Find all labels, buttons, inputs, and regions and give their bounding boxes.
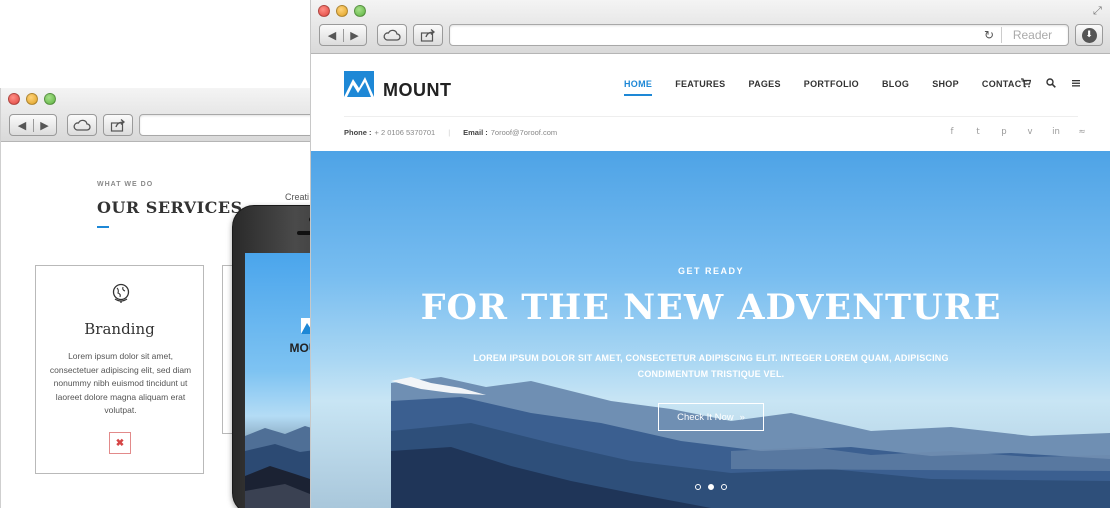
back-button[interactable]: ◀ <box>11 119 33 132</box>
address-bar[interactable]: ↻ Reader <box>449 24 1069 46</box>
nav-item-pages[interactable]: PAGES <box>748 79 780 89</box>
header-divider <box>344 116 1078 117</box>
hero-slider: GET READY FOR THE NEW ADVENTURE LOREM IP… <box>311 151 1110 508</box>
next-card-title-peek: Creati <box>285 192 310 202</box>
hero-description: LOREM IPSUM DOLOR SIT AMET, CONSECTETUR … <box>473 353 949 379</box>
close-window-button[interactable] <box>8 93 20 105</box>
slider-dot-1[interactable] <box>695 484 701 490</box>
linkedin-icon[interactable]: in <box>1051 127 1061 137</box>
contact-info: Phone : + 2 0106 5370701 | Email : 7oroo… <box>344 128 557 137</box>
menu-icon[interactable] <box>1071 78 1081 88</box>
zoom-window-button[interactable] <box>354 5 366 17</box>
back-browser-toolbar: ◀ ▶ <box>1 88 339 142</box>
cloud-icon <box>73 119 91 131</box>
slider-dot-2[interactable] <box>708 484 714 490</box>
button-label: Check It Now <box>677 411 734 423</box>
share-button[interactable] <box>413 24 443 46</box>
email-label: Email : <box>463 128 488 137</box>
contact-separator: | <box>448 128 451 137</box>
hero-kicker: GET READY <box>677 266 744 276</box>
composite-stage: ◀ ▶ WHAT WE DO OUR SERVICES Creati Brand… <box>0 0 1110 508</box>
phone-value[interactable]: + 2 0106 5370701 <box>375 128 436 137</box>
close-icon[interactable]: ✖ <box>109 432 131 454</box>
site-header: MOUNT HOME FEATURES PAGES PORTFOLIO BLOG… <box>311 54 1110 151</box>
downloads-button[interactable]: ⬇ <box>1075 24 1103 46</box>
minimize-window-button[interactable] <box>26 93 38 105</box>
pinterest-icon[interactable]: p <box>999 127 1009 137</box>
vimeo-icon[interactable]: v <box>1025 127 1035 137</box>
rss-icon[interactable]: ≈ <box>1077 127 1087 137</box>
header-icons <box>1021 78 1081 88</box>
hero-mountain-image <box>391 377 1110 508</box>
nav-item-portfolio[interactable]: PORTFOLIO <box>804 79 859 89</box>
check-it-now-button[interactable]: Check It Now » <box>658 403 764 431</box>
service-card-branding: Branding Lorem ipsum dolor sit amet, con… <box>35 265 204 474</box>
brand-name[interactable]: MOUNT <box>383 80 452 101</box>
slider-pagination <box>695 484 727 490</box>
window-controls <box>318 5 366 17</box>
zoom-window-button[interactable] <box>44 93 56 105</box>
share-icon <box>420 28 436 42</box>
icloud-tabs-button[interactable] <box>377 24 407 46</box>
slider-dot-3[interactable] <box>721 484 727 490</box>
card-title: Branding <box>84 320 155 338</box>
download-icon: ⬇ <box>1081 27 1097 43</box>
nav-item-shop[interactable]: SHOP <box>932 79 959 89</box>
section-title-underline <box>97 226 109 228</box>
nav-item-blog[interactable]: BLOG <box>882 79 909 89</box>
main-nav: HOME FEATURES PAGES PORTFOLIO BLOG SHOP … <box>624 79 1050 96</box>
section-kicker: WHAT WE DO <box>97 181 154 188</box>
address-bar[interactable] <box>139 114 339 136</box>
icloud-tabs-button[interactable] <box>67 114 97 136</box>
reader-button[interactable]: Reader <box>1001 27 1063 43</box>
globe-icon <box>112 283 130 303</box>
hero-title: FOR THE NEW ADVENTURE <box>420 287 1002 328</box>
share-icon <box>110 118 126 132</box>
section-title: OUR SERVICES <box>97 198 243 217</box>
minimize-window-button[interactable] <box>336 5 348 17</box>
share-button[interactable] <box>103 114 133 136</box>
social-links: f t p v in ≈ <box>947 127 1087 137</box>
back-forward-buttons: ◀ ▶ <box>9 114 57 136</box>
back-button[interactable]: ◀ <box>321 29 343 42</box>
email-value[interactable]: 7oroof@7oroof.com <box>491 128 557 137</box>
mount-logo-icon[interactable] <box>344 71 374 97</box>
reload-icon[interactable]: ↻ <box>984 28 994 42</box>
cart-icon[interactable] <box>1021 78 1031 88</box>
nav-item-home[interactable]: HOME <box>624 79 653 96</box>
search-icon[interactable] <box>1046 78 1056 88</box>
back-forward-buttons: ◀ ▶ <box>319 24 367 46</box>
nav-item-features[interactable]: FEATURES <box>675 79 725 89</box>
front-browser-window: ⤢ ◀ ▶ ↻ Reader ⬇ MOUNT HOME FEATURES PAG… <box>310 0 1110 508</box>
window-controls <box>8 93 56 105</box>
fullscreen-icon[interactable]: ⤢ <box>1093 5 1105 17</box>
close-window-button[interactable] <box>318 5 330 17</box>
front-browser-toolbar: ⤢ ◀ ▶ ↻ Reader ⬇ <box>311 0 1110 54</box>
double-chevron-right-icon: » <box>739 411 745 423</box>
cloud-icon <box>383 29 401 41</box>
forward-button[interactable]: ▶ <box>33 118 55 132</box>
card-description: Lorem ipsum dolor sit amet, consectetuer… <box>49 351 192 415</box>
facebook-icon[interactable]: f <box>947 127 957 137</box>
phone-label: Phone : <box>344 128 372 137</box>
twitter-icon[interactable]: t <box>973 127 983 137</box>
forward-button[interactable]: ▶ <box>343 28 365 42</box>
